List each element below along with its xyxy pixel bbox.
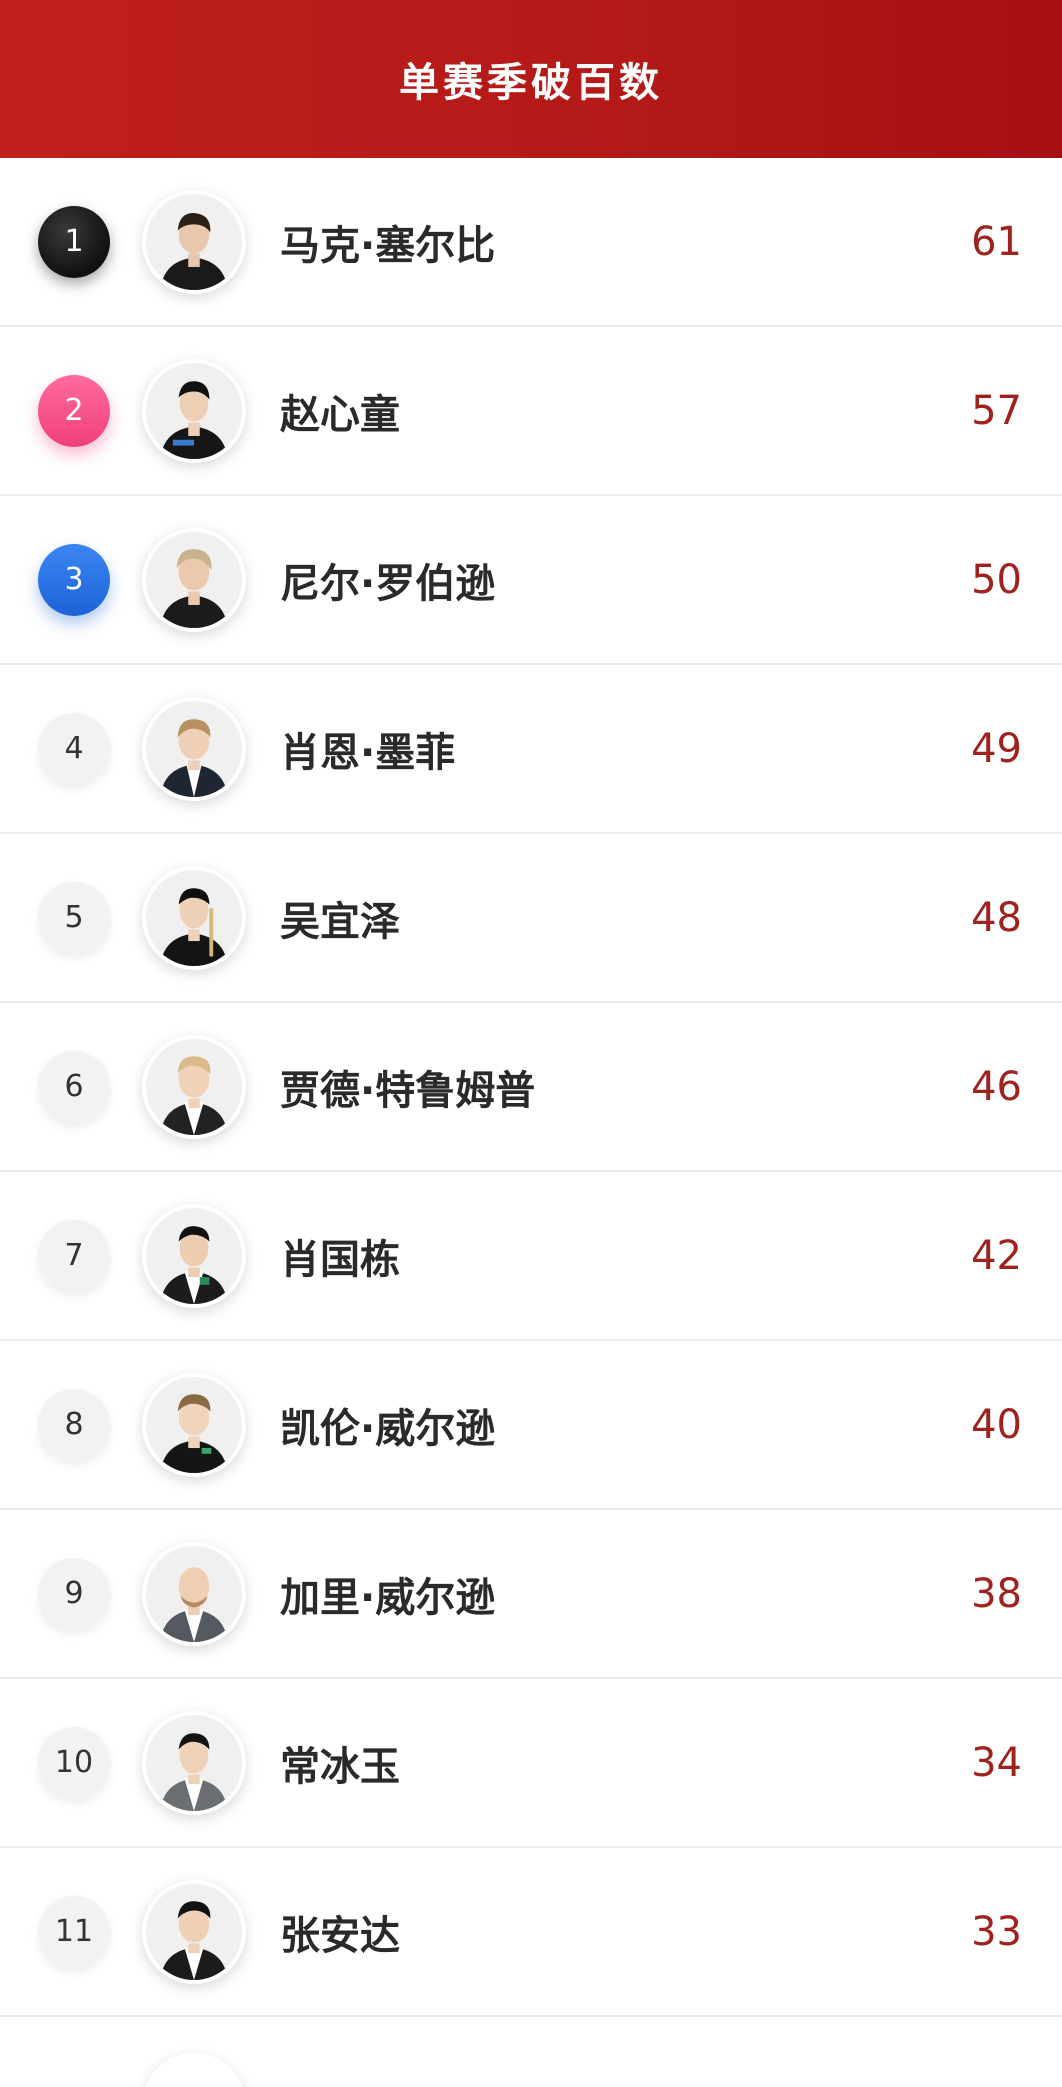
player-avatar-icon — [146, 869, 242, 966]
avatar — [142, 358, 246, 463]
player-avatar-icon — [146, 1883, 242, 1980]
player-name: 肖国栋 — [280, 1236, 400, 1283]
player-name: 赵心童 — [280, 391, 400, 438]
list-item[interactable]: 9 加里·威尔逊 38 — [0, 1510, 1062, 1679]
player-name: 尼尔·罗伯逊 — [280, 560, 496, 607]
avatar — [142, 527, 246, 632]
list-item[interactable]: 10 常冰玉 34 — [0, 1679, 1062, 1848]
player-name: 加里·威尔逊 — [280, 1574, 496, 1621]
list-item[interactable]: 7 肖国栋 42 — [0, 1172, 1062, 1341]
century-count: 50 — [971, 556, 1022, 603]
list-item[interactable]: 6 贾德·特鲁姆普 46 — [0, 1003, 1062, 1172]
rank-badge: 8 — [38, 1388, 110, 1461]
ranking-list: 1 马克·塞尔比 61 2 赵心童 57 3 尼尔·罗伯逊 50 4 肖恩·墨菲… — [0, 158, 1062, 2087]
century-count: 42 — [971, 1232, 1022, 1279]
rank-badge: 4 — [38, 712, 110, 785]
avatar — [142, 1541, 246, 1646]
list-item[interactable]: 8 凯伦·威尔逊 40 — [0, 1341, 1062, 1510]
list-item[interactable]: 4 肖恩·墨菲 49 — [0, 665, 1062, 834]
list-item[interactable]: 11 张安达 33 — [0, 1848, 1062, 2017]
avatar — [142, 1879, 246, 1984]
avatar — [142, 189, 246, 294]
century-count: 48 — [971, 894, 1022, 941]
avatar — [142, 1372, 246, 1477]
century-count: 34 — [971, 1739, 1022, 1786]
header-bar: 单赛季破百数 — [0, 0, 1062, 158]
rank-badge: 1 — [38, 205, 110, 278]
rank-badge: 9 — [38, 1557, 110, 1630]
century-count: 38 — [971, 1570, 1022, 1617]
avatar — [142, 696, 246, 801]
avatar — [142, 1034, 246, 1139]
list-item[interactable]: 5 吴宜泽 48 — [0, 834, 1062, 1003]
player-name: 吴宜泽 — [280, 898, 400, 945]
avatar — [142, 865, 246, 970]
player-avatar-icon — [146, 1207, 242, 1304]
avatar — [142, 1203, 246, 1308]
century-count: 49 — [971, 725, 1022, 772]
list-item[interactable]: 2 赵心童 57 — [0, 327, 1062, 496]
rank-badge: 3 — [38, 543, 110, 616]
page-title: 单赛季破百数 — [399, 60, 663, 106]
century-count: 57 — [971, 387, 1022, 434]
rank-badge: 10 — [38, 1726, 110, 1799]
player-avatar-icon — [146, 1038, 242, 1135]
player-name: 张安达 — [280, 1912, 400, 1959]
century-count: 61 — [971, 218, 1022, 265]
player-avatar-icon — [146, 362, 242, 459]
player-name: 马克·塞尔比 — [280, 222, 496, 269]
player-name: 肖恩·墨菲 — [280, 729, 456, 776]
century-count: 33 — [971, 1908, 1022, 1955]
rank-badge: 5 — [38, 881, 110, 954]
player-avatar-icon — [146, 1376, 242, 1473]
rank-badge: 6 — [38, 1050, 110, 1123]
list-item-partial — [0, 2017, 1062, 2087]
rank-badge: 11 — [38, 1895, 110, 1968]
list-item[interactable]: 1 马克·塞尔比 61 — [0, 158, 1062, 327]
rank-badge: 2 — [38, 374, 110, 447]
player-name: 凯伦·威尔逊 — [280, 1405, 496, 1452]
century-count: 40 — [971, 1401, 1022, 1448]
player-name: 常冰玉 — [280, 1743, 400, 1790]
list-item[interactable]: 3 尼尔·罗伯逊 50 — [0, 496, 1062, 665]
avatar — [142, 2053, 246, 2087]
player-avatar-icon — [146, 531, 242, 628]
player-avatar-icon — [146, 1545, 242, 1642]
player-avatar-icon — [146, 700, 242, 797]
player-avatar-icon — [146, 193, 242, 290]
player-avatar-icon — [146, 1714, 242, 1811]
avatar — [142, 1710, 246, 1815]
century-count: 46 — [971, 1063, 1022, 1110]
rank-badge: 7 — [38, 1219, 110, 1292]
player-name: 贾德·特鲁姆普 — [280, 1067, 536, 1114]
